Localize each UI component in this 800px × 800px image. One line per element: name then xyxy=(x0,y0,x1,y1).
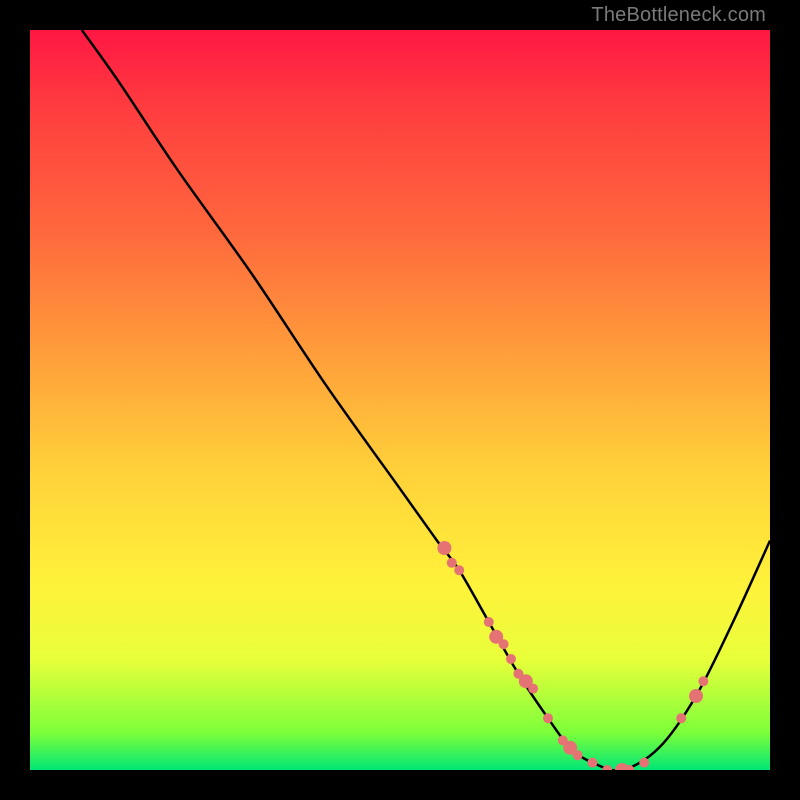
marker-dot xyxy=(602,765,612,770)
marker-dot xyxy=(689,689,703,703)
marker-dot xyxy=(543,713,553,723)
marker-dot xyxy=(484,617,494,627)
marker-dot xyxy=(454,565,464,575)
marker-dot xyxy=(587,758,597,768)
chart-svg xyxy=(30,30,770,770)
bottleneck-curve xyxy=(82,30,770,770)
marker-dot xyxy=(676,713,686,723)
marker-dot xyxy=(573,750,583,760)
watermark-text: TheBottleneck.com xyxy=(591,4,766,27)
marker-dot xyxy=(639,758,649,768)
marker-dot xyxy=(447,558,457,568)
marker-dot xyxy=(698,676,708,686)
marker-dot xyxy=(528,684,538,694)
marker-dot xyxy=(499,639,509,649)
chart-frame xyxy=(30,30,770,770)
marker-dot xyxy=(506,654,516,664)
curve-markers xyxy=(437,541,708,770)
marker-dot xyxy=(437,541,451,555)
